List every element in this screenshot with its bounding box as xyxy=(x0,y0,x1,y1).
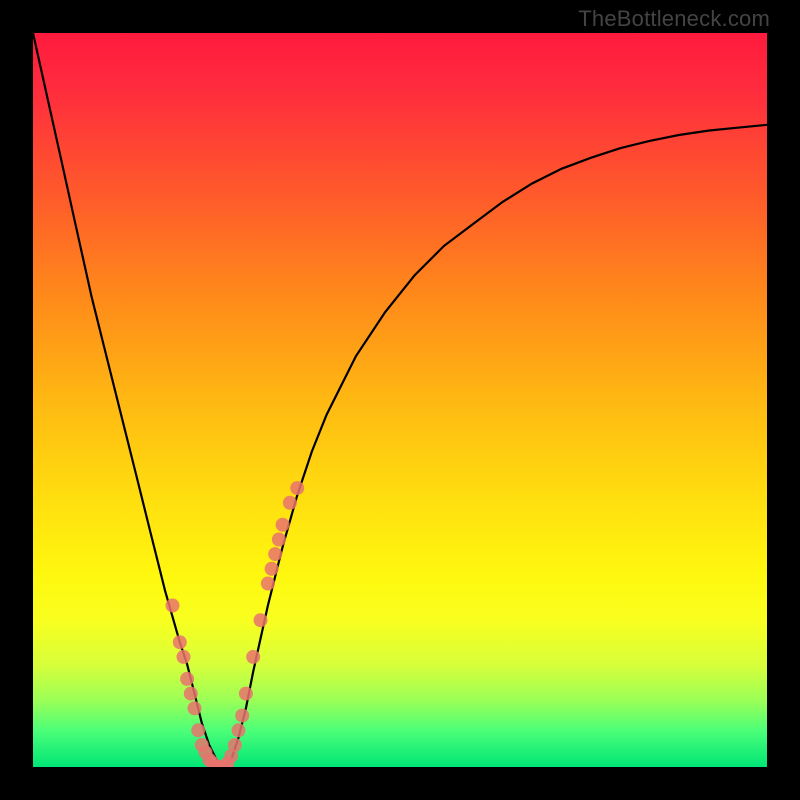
outer-frame: TheBottleneck.com xyxy=(0,0,800,800)
watermark-text: TheBottleneck.com xyxy=(578,6,770,32)
chart-background-heatmap xyxy=(33,33,767,767)
